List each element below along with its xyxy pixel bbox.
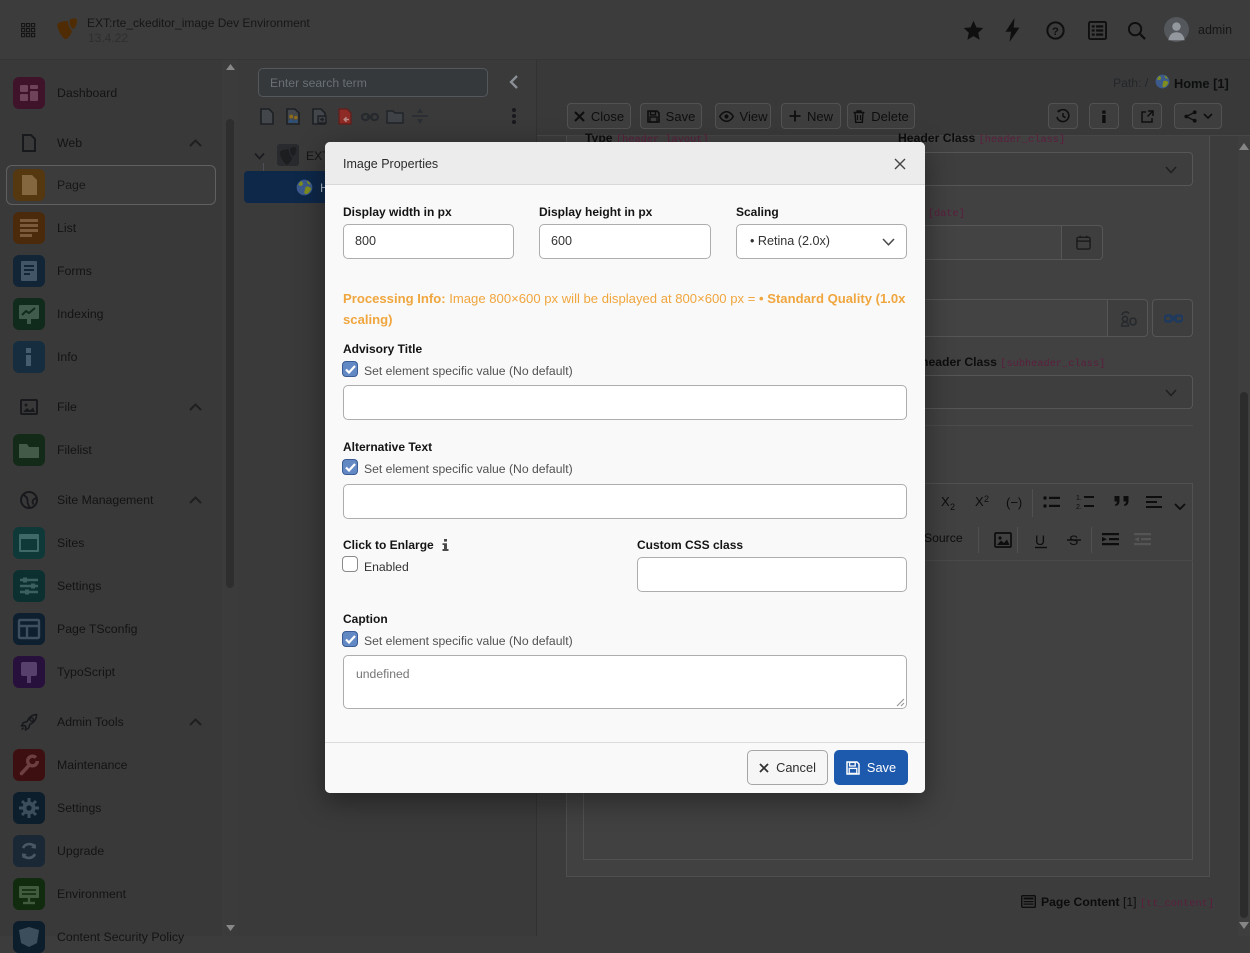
- svg-text:2: 2: [984, 494, 989, 504]
- svg-text:2: 2: [950, 502, 955, 512]
- svg-text:1.: 1.: [1076, 495, 1082, 502]
- svg-text:?: ?: [1052, 26, 1059, 38]
- svg-text:2.: 2.: [1076, 504, 1082, 511]
- svg-text:X: X: [941, 494, 950, 509]
- svg-text:X: X: [975, 494, 984, 509]
- svg-text:U: U: [1035, 532, 1045, 548]
- svg-text:(−): (−): [1006, 495, 1022, 510]
